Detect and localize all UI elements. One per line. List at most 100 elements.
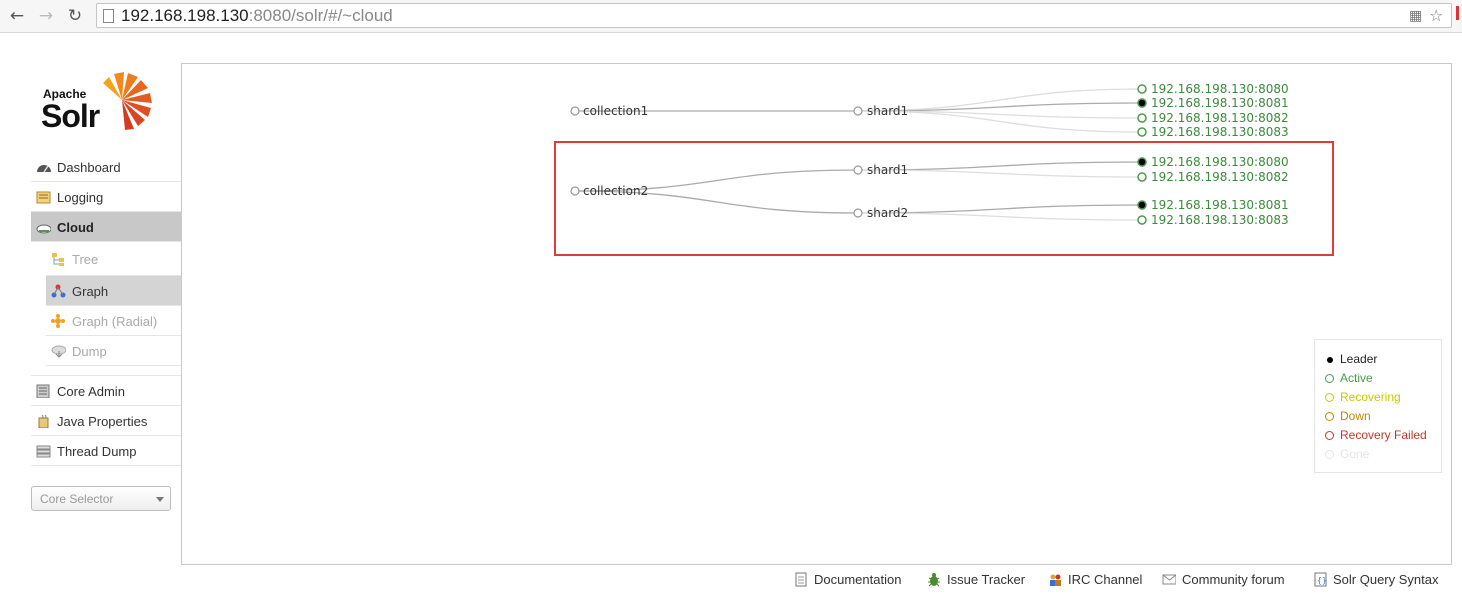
java-properties-icon (38, 414, 49, 428)
menu-indicator-icon[interactable] (1456, 6, 1459, 20)
page-icon (103, 9, 114, 23)
legend-label: Recovering (1340, 390, 1401, 404)
solr-logo[interactable]: Apache Solr (40, 70, 165, 136)
replica-host: 192.168.198.130:8082 (1151, 111, 1289, 125)
cloud-icon (36, 224, 51, 234)
sidebar-item-label: Graph (72, 284, 109, 299)
sidebar-menu: Dashboard Logging Cloud Tree Graph Graph… (31, 152, 181, 466)
node-label: collection1 (583, 104, 648, 118)
forward-icon[interactable]: → (35, 5, 57, 27)
logging-icon (36, 191, 51, 204)
graph-radial-icon (51, 314, 65, 328)
sidebar-item-dashboard[interactable]: Dashboard (31, 152, 181, 182)
back-icon[interactable]: ← (6, 5, 28, 27)
footer-link-label: Issue Tracker (947, 572, 1026, 587)
core-admin-icon (36, 384, 50, 398)
graph-node-replica[interactable]: 192.168.198.130:8080 (1137, 155, 1289, 169)
node-label: collection2 (583, 184, 648, 198)
node-circle (853, 208, 863, 218)
replica-host: 192.168.198.130:8080 (1151, 82, 1289, 96)
url-host: 192.168.198.130 (121, 6, 249, 25)
legend-label: Recovery Failed (1340, 428, 1427, 442)
sidebar-item-cloud[interactable]: Cloud (31, 212, 181, 242)
reload-icon[interactable]: ↻ (64, 5, 86, 27)
gone-dot-icon (1325, 450, 1334, 459)
replica-circle (1137, 157, 1147, 167)
sidebar-item-label: Graph (Radial) (72, 314, 158, 329)
sidebar-item-label: Java Properties (57, 414, 148, 429)
sidebar-item-label: Cloud (57, 220, 94, 235)
tree-icon (52, 253, 64, 266)
bug-icon (928, 573, 940, 587)
replica-host: 192.168.198.130:8083 (1151, 213, 1289, 227)
browser-toolbar: ← → ↻ 192.168.198.130:8080/solr/#/~cloud… (0, 0, 1462, 33)
sidebar-item-dump[interactable]: Dump (46, 336, 181, 366)
thread-dump-icon (36, 445, 51, 458)
node-circle (853, 165, 863, 175)
replica-host: 192.168.198.130:8081 (1151, 96, 1289, 110)
menu-divider (31, 366, 181, 376)
cloud-submenu: Tree Graph Graph (Radial) Dump (46, 242, 181, 366)
bookmark-star-icon[interactable]: ☆ (1429, 6, 1443, 25)
core-selector-placeholder: Core Selector (40, 492, 114, 506)
sidebar-item-graph-radial[interactable]: Graph (Radial) (46, 306, 181, 336)
sidebar-item-label: Logging (57, 190, 104, 205)
node-circle (570, 106, 580, 116)
chevron-down-icon (156, 497, 164, 502)
graph-node-c2-shard2[interactable]: shard2 (853, 206, 908, 220)
logo-solr-text: Solr (41, 98, 100, 134)
footer-link-label: Community forum (1182, 572, 1285, 587)
sidebar-item-graph[interactable]: Graph (46, 276, 181, 306)
sidebar-item-thread-dump[interactable]: Thread Dump (31, 436, 181, 466)
node-label: shard1 (867, 163, 908, 177)
sidebar-item-label: Dump (72, 344, 107, 359)
legend-label: Leader (1340, 352, 1378, 366)
dump-icon (51, 345, 66, 358)
translate-icon[interactable]: ▦ (1409, 8, 1422, 24)
graph-icon (51, 284, 66, 298)
graph-node-c2-shard1[interactable]: shard1 (853, 163, 908, 177)
sidebar-item-label: Tree (72, 252, 99, 267)
sidebar-item-java-properties[interactable]: Java Properties (31, 406, 181, 436)
graph-node-replica[interactable]: 192.168.198.130:8082 (1137, 170, 1289, 184)
recovery-failed-dot-icon (1325, 431, 1334, 440)
sidebar-item-logging[interactable]: Logging (31, 182, 181, 212)
graph-node-replica[interactable]: 192.168.198.130:8081 (1137, 96, 1289, 110)
graph-node-replica[interactable]: 192.168.198.130:8081 (1137, 198, 1289, 212)
replica-host: 192.168.198.130:8080 (1151, 155, 1289, 169)
footer-link-label: IRC Channel (1068, 572, 1143, 587)
replica-circle (1137, 172, 1147, 182)
replica-host: 192.168.198.130:8083 (1151, 125, 1289, 139)
sidebar-item-core-admin[interactable]: Core Admin (31, 376, 181, 406)
users-icon (1050, 574, 1061, 586)
graph-node-c1-shard1[interactable]: shard1 (853, 104, 908, 118)
node-circle (853, 106, 863, 116)
query-syntax-icon: {} (1314, 572, 1327, 587)
svg-text:{}: {} (1317, 576, 1327, 585)
graph-node-collection1[interactable]: collection1 (570, 104, 648, 118)
core-selector[interactable]: Core Selector (31, 486, 171, 511)
replica-host: 192.168.198.130:8081 (1151, 198, 1289, 212)
sidebar-item-tree[interactable]: Tree (46, 242, 181, 276)
replica-circle (1137, 84, 1147, 94)
url-text[interactable]: 192.168.198.130:8080/solr/#/~cloud (121, 6, 393, 26)
url-path: :8080/solr/#/~cloud (248, 6, 393, 25)
graph-node-replica[interactable]: 192.168.198.130:8083 (1137, 125, 1289, 139)
footer-links: Documentation Issue Tracker IRC Channel … (0, 566, 1462, 599)
legend-label: Active (1340, 371, 1373, 385)
recovering-dot-icon (1325, 393, 1334, 402)
graph-node-replica[interactable]: 192.168.198.130:8080 (1137, 82, 1289, 96)
graph-node-collection2[interactable]: collection2 (570, 184, 648, 198)
replica-circle (1137, 98, 1147, 108)
down-dot-icon (1325, 412, 1334, 421)
active-dot-icon (1325, 374, 1334, 383)
graph-node-replica[interactable]: 192.168.198.130:8082 (1137, 111, 1289, 125)
mail-icon (1162, 574, 1176, 585)
graph-node-replica[interactable]: 192.168.198.130:8083 (1137, 213, 1289, 227)
node-circle (570, 186, 580, 196)
address-bar[interactable]: 192.168.198.130:8080/solr/#/~cloud ▦ ☆ (96, 3, 1452, 28)
sidebar-item-label: Thread Dump (57, 444, 137, 459)
replica-circle (1137, 215, 1147, 225)
dashboard-icon (37, 165, 51, 173)
replica-host: 192.168.198.130:8082 (1151, 170, 1289, 184)
